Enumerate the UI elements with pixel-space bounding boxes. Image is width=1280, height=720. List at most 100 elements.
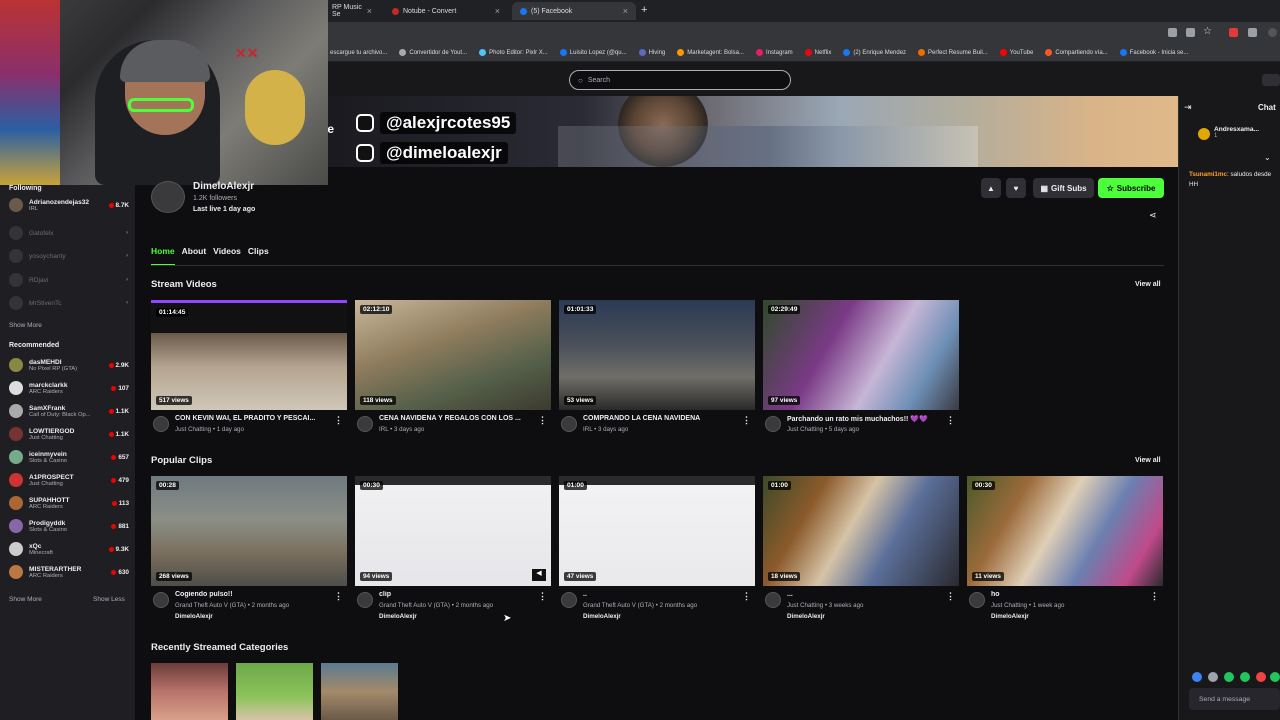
category-card-irl[interactable] [236,663,313,720]
bookmark-item[interactable]: YouTube [999,49,1033,56]
sidebar-channel-following[interactable]: RDjavi ◗ [9,269,129,291]
sidebar-channel-recommended[interactable]: xQc Minecraft 9.3K [9,538,129,560]
video-card[interactable]: 02:12:10 118 views CENA NAVIDEÑA Y REGAL… [355,300,551,444]
sidebar-channel-recommended[interactable]: LOWTIERGOD Just Chatting 1.1K [9,423,129,445]
bookmark-item[interactable]: Compartiendo vía... [1045,49,1108,56]
search-input[interactable]: ○ Search [569,70,791,90]
browser-tab[interactable]: RP Music Se × [324,2,380,20]
more-options-icon[interactable]: ⋮ [538,415,547,426]
browser-tab[interactable]: Notube - Convert × [384,2,508,20]
video-category[interactable]: Just Chatting [787,426,823,433]
clip-category[interactable]: Just Chatting [991,602,1027,609]
follow-button[interactable]: ♥ [1006,178,1026,198]
video-thumbnail[interactable]: 01:01:33 53 views [559,300,755,410]
more-options-icon[interactable]: ⋮ [538,591,547,602]
clipper-name[interactable]: DimeloAlexjr [787,613,825,620]
clipper-name[interactable]: DimeloAlexjr [991,613,1029,620]
browser-tab[interactable]: (5) Facebook × [512,2,636,20]
collapse-chat-icon[interactable]: ⇥ [1184,102,1192,113]
clip-card[interactable]: 01:00 18 views ... Just Chatting • 3 wee… [763,476,959,620]
avatar[interactable] [357,416,373,432]
clip-thumbnail[interactable]: 01:00 47 views [559,476,755,586]
clip-card[interactable]: 00:28 268 views Cogiendo pulso!! Grand T… [151,476,347,620]
avatar[interactable] [357,592,373,608]
more-options-icon[interactable]: ⋮ [946,591,955,602]
video-category[interactable]: Just Chatting [175,426,211,433]
more-options-icon[interactable]: ⋮ [946,415,955,426]
close-icon[interactable]: × [623,6,628,16]
more-options-icon[interactable]: ⋮ [742,415,751,426]
bookmark-item[interactable]: Photo Editor: Pixlr X... [479,49,548,56]
video-card[interactable]: 01:14:45 517 views CON KEVIN WAI, EL PRA… [151,300,347,444]
clip-title[interactable]: Cogiendo pulso!! [175,591,330,598]
sidebar-channel-following[interactable]: Gatofelx ◗ [9,222,129,244]
show-more-link[interactable]: Show More [9,322,42,329]
status-indicator[interactable] [1262,74,1280,86]
sidebar-channel-recommended[interactable]: A1PROSPECT Just Chatting 479 [9,469,129,491]
video-card[interactable]: 02:29:49 97 views Parchando un rato mis … [763,300,959,444]
emote-icon[interactable] [1224,672,1234,682]
emote-icon[interactable] [1256,672,1266,682]
tab-videos[interactable]: Videos [213,246,241,266]
video-title[interactable]: CON KEVIN WAI, EL PRADITO Y PESCAI... [175,415,330,422]
bookmark-item[interactable]: Luisito Lopez (@qu... [559,49,627,56]
emote-icon[interactable] [1192,672,1202,682]
emote-icon[interactable] [1208,672,1218,682]
translate-icon[interactable] [1186,28,1195,37]
view-all-videos-link[interactable]: View all [1135,281,1161,288]
bookmark-item[interactable]: Netflix [804,49,831,56]
sidebar-channel-recommended[interactable]: SUPAHHOTT ARC Raiders 113 [9,492,129,514]
avatar[interactable] [561,416,577,432]
more-options-icon[interactable]: ⋮ [742,591,751,602]
chat-input[interactable]: Send a message [1189,688,1280,710]
clip-title[interactable]: ... [787,591,942,598]
sidebar-channel-recommended[interactable]: marckclarkk ARC Raiders 107 [9,377,129,399]
sidebar-channel-recommended[interactable]: MISTERARTHER ARC Raiders 630 [9,561,129,583]
sidebar-channel-following[interactable]: yosoychanty ◗ [9,245,129,267]
clip-title[interactable]: clip [379,591,534,598]
bookmark-item[interactable]: Facebook - Inicia se... [1119,49,1188,56]
bookmark-item[interactable]: Marketagent: Bolsa... [677,49,744,56]
clip-category[interactable]: Grand Theft Auto V (GTA) [175,602,246,609]
notification-bell-button[interactable]: ▲ [981,178,1001,198]
clipper-name[interactable]: DimeloAlexjr [175,613,213,620]
video-card[interactable]: 01:01:33 53 views COMPRANDO LA CENA NAVI… [559,300,755,444]
clipper-name[interactable]: DimeloAlexjr [379,613,417,620]
video-title[interactable]: CENA NAVIDEÑA Y REGALOS CON LOS ... [379,415,534,422]
close-icon[interactable]: × [495,6,500,16]
sidebar-channel-following[interactable]: Adrianozendejas32 IRL 8.7K [9,194,129,216]
emote-icon[interactable] [1240,672,1250,682]
avatar[interactable] [561,592,577,608]
tab-about[interactable]: About [182,246,207,266]
more-options-icon[interactable]: ⋮ [334,415,343,426]
bookmark-item[interactable]: escargue tu archivo... [330,50,387,56]
new-tab-icon[interactable]: + [641,4,647,16]
video-category[interactable]: IRL [583,426,592,433]
clip-card[interactable]: 00:30 94 views ◀ clip Grand Theft Auto V… [355,476,551,620]
sidebar-channel-recommended[interactable]: dasMEHDI No Pixel RP (GTA) 2.9K [9,354,129,376]
extension-icon[interactable] [1229,28,1238,37]
view-all-clips-link[interactable]: View all [1135,457,1161,464]
show-less-link[interactable]: Show Less [93,596,125,603]
bookmark-item[interactable]: Perfect Resume Buil... [918,49,988,56]
clip-thumbnail[interactable]: 00:30 94 views ◀ [355,476,551,586]
more-options-icon[interactable]: ⋮ [334,591,343,602]
more-options-icon[interactable]: ⋮ [1150,591,1159,602]
subscribe-button[interactable]: ☆ Subscribe [1098,178,1164,198]
clip-thumbnail[interactable]: 01:00 18 views [763,476,959,586]
video-thumbnail[interactable]: 02:29:49 97 views [763,300,959,410]
video-category[interactable]: IRL [379,426,388,433]
mute-icon[interactable]: ◀ [532,569,546,581]
gift-subs-button[interactable]: ▦ Gift Subs [1033,178,1094,198]
avatar[interactable] [153,592,169,608]
tab-clips[interactable]: Clips [248,246,269,266]
chevron-down-icon[interactable]: ⌄ [1264,153,1271,162]
clip-thumbnail[interactable]: 00:30 11 views [967,476,1163,586]
chat-username[interactable]: Tsunami1mc [1189,171,1227,178]
clip-category[interactable]: Grand Theft Auto V (GTA) [379,602,450,609]
tab-home[interactable]: Home [151,246,175,266]
profile-icon[interactable] [1268,28,1277,37]
video-thumbnail[interactable]: 01:14:45 517 views [151,300,347,410]
password-key-icon[interactable] [1168,28,1177,37]
clip-thumbnail[interactable]: 00:28 268 views [151,476,347,586]
